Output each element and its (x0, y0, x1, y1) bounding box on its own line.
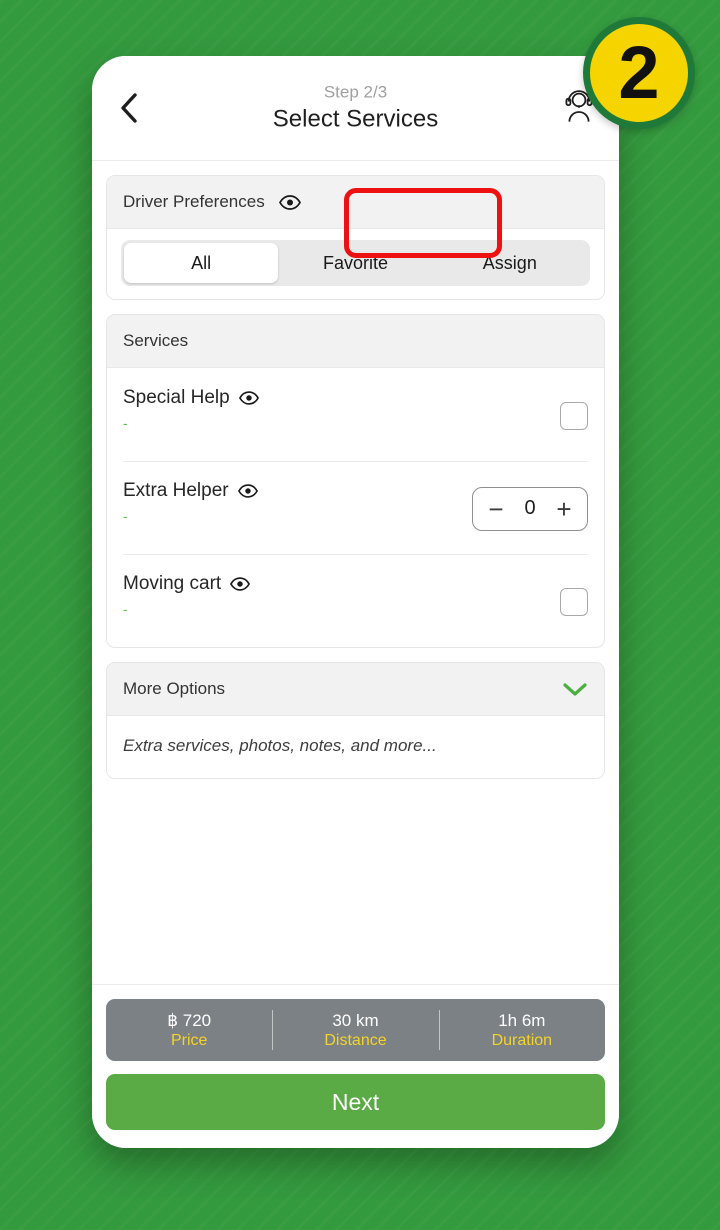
step-number-badge-label: 2 (618, 31, 660, 114)
service-name-row: Moving cart (123, 572, 560, 596)
service-info: Moving cart - (123, 572, 560, 617)
services-header: Services (107, 315, 604, 368)
header-title-group: Step 2/3 Select Services (92, 82, 619, 135)
service-subtitle: - (123, 601, 128, 617)
summary-distance: 30 km Distance (272, 999, 438, 1061)
segment-favorite[interactable]: Favorite (278, 243, 432, 283)
step-label: Step 2/3 (323, 82, 388, 102)
duration-label: Duration (491, 1031, 553, 1049)
duration-value: 1h 6m (498, 1010, 546, 1030)
summary-price: ฿ 720 Price (106, 999, 272, 1061)
eye-icon[interactable] (238, 391, 259, 405)
driver-preference-segmented-control[interactable]: All Favorite Assign (121, 240, 590, 286)
service-subtitle: - (123, 415, 128, 431)
service-control[interactable] (560, 401, 588, 430)
more-options-card: More Options Extra services, photos, not… (106, 662, 605, 779)
service-info: Extra Helper - (123, 479, 472, 524)
service-label: Special Help (123, 387, 230, 408)
service-name-row: Special Help (123, 386, 560, 410)
service-row[interactable]: Special Help - (107, 368, 604, 461)
service-control[interactable]: − 0 + (472, 486, 588, 531)
service-subtitle: - (123, 508, 128, 524)
eye-icon[interactable] (278, 194, 301, 210)
app-header: Step 2/3 Select Services (92, 56, 619, 161)
services-title: Services (123, 331, 189, 350)
services-card: Services Special Help - Extra Helper - −… (106, 314, 605, 648)
phone-frame: Step 2/3 Select Services Driver Preferen… (92, 56, 619, 1148)
page-title: Select Services (272, 105, 439, 133)
driver-preferences-header: Driver Preferences (107, 176, 604, 229)
driver-preferences-card: Driver Preferences All Favorite Assign (106, 175, 605, 300)
driver-preferences-title: Driver Preferences (123, 192, 265, 211)
service-info: Special Help - (123, 386, 560, 431)
more-options-title: More Options (123, 679, 226, 698)
screen-body: Driver Preferences All Favorite Assign S… (92, 161, 619, 984)
distance-label: Distance (324, 1031, 387, 1049)
chevron-down-icon[interactable] (562, 681, 588, 697)
stepper-decrement-button[interactable]: − (479, 496, 513, 522)
service-label: Extra Helper (123, 480, 229, 501)
segmented-control-wrap: All Favorite Assign (107, 229, 604, 299)
summary-duration: 1h 6m Duration (438, 999, 605, 1061)
service-row[interactable]: Moving cart - (107, 554, 604, 647)
more-options-header[interactable]: More Options (107, 663, 604, 716)
extra-helper-stepper[interactable]: − 0 + (472, 486, 588, 531)
step-number-badge: 2 (583, 17, 695, 129)
price-value: ฿ 720 (167, 1010, 212, 1030)
more-options-placeholder: Extra services, photos, notes, and more.… (123, 736, 437, 755)
trip-summary-bar: ฿ 720 Price 30 km Distance 1h 6m Duratio… (106, 999, 605, 1061)
eye-icon[interactable] (230, 577, 251, 591)
service-row[interactable]: Extra Helper - − 0 + (107, 461, 604, 554)
service-control[interactable] (560, 587, 588, 616)
special-help-checkbox[interactable] (560, 401, 588, 430)
more-options-body[interactable]: Extra services, photos, notes, and more.… (107, 716, 604, 778)
segment-all[interactable]: All (124, 243, 279, 283)
back-button[interactable] (106, 85, 152, 131)
price-label: Price (170, 1031, 208, 1049)
stepper-value: 0 (524, 497, 536, 519)
stepper-increment-button[interactable]: + (547, 496, 581, 522)
moving-cart-checkbox[interactable] (560, 587, 588, 616)
distance-value: 30 km (332, 1010, 379, 1030)
next-button[interactable]: Next (106, 1074, 605, 1130)
segment-assign[interactable]: Assign (433, 243, 587, 283)
service-label: Moving cart (123, 573, 222, 594)
chevron-left-icon (118, 91, 140, 125)
service-name-row: Extra Helper (123, 479, 472, 503)
eye-icon[interactable] (237, 484, 258, 498)
footer-bar: ฿ 720 Price 30 km Distance 1h 6m Duratio… (92, 984, 619, 1148)
